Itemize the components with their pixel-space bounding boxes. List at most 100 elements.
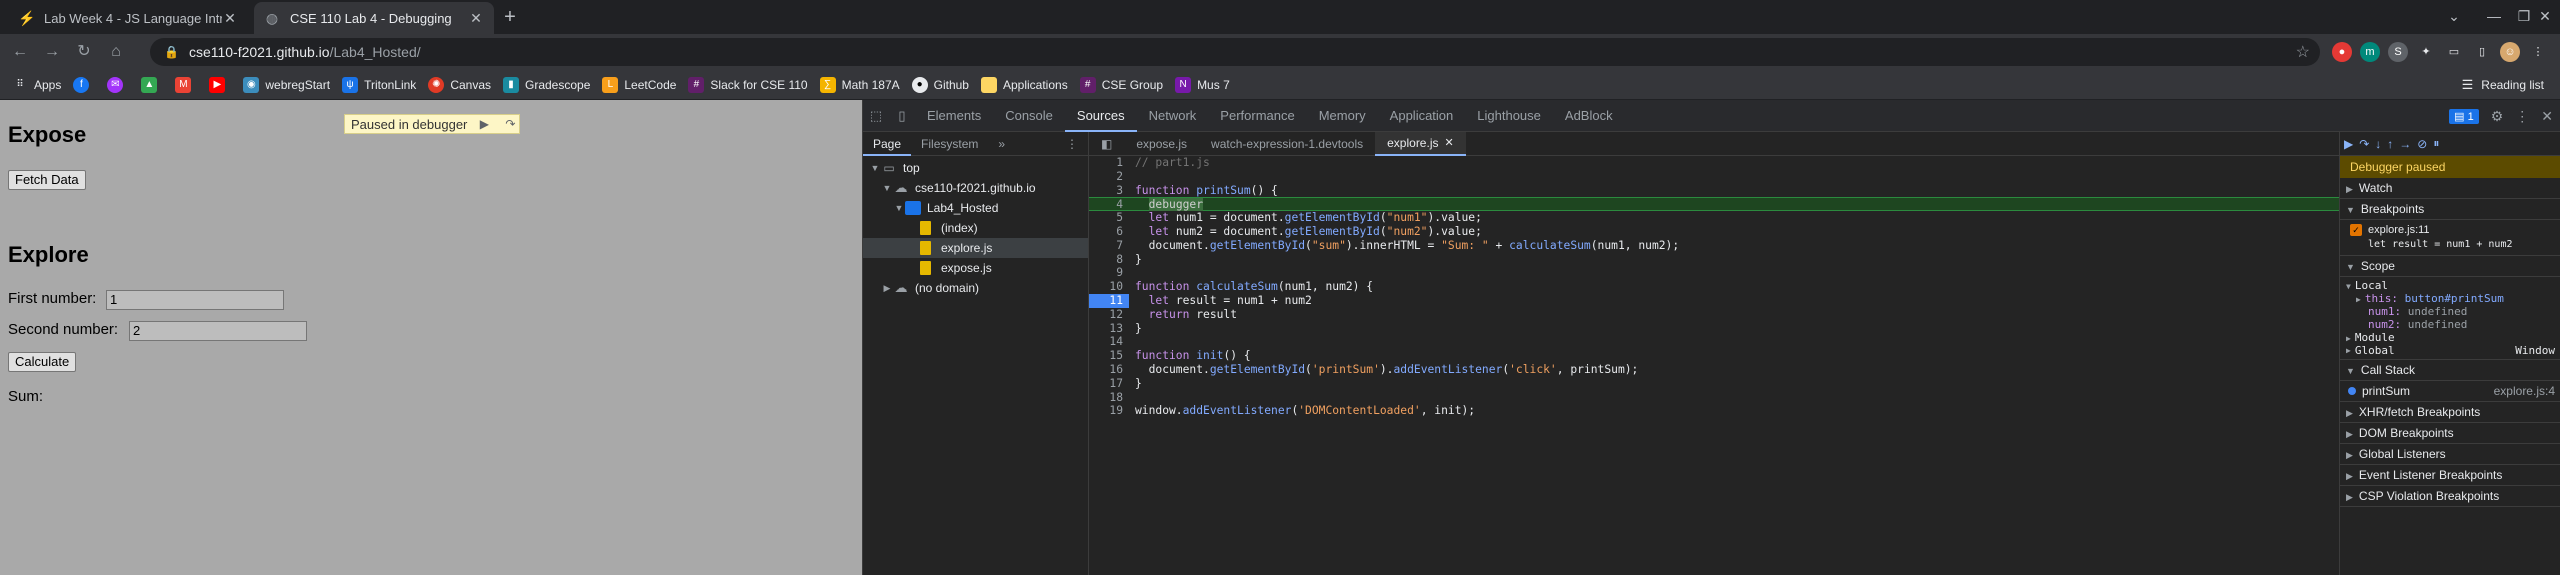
line-number[interactable]: 17 — [1089, 377, 1129, 391]
step-into-icon[interactable]: ↓ — [2375, 137, 2381, 151]
second-number-input[interactable]: 2 — [129, 321, 307, 341]
checkbox-checked-icon[interactable]: ✓ — [2350, 224, 2362, 236]
event-listener-breakpoints-section[interactable]: ▶ Event Listener Breakpoints — [2340, 465, 2560, 486]
tab-sources[interactable]: Sources — [1064, 100, 1137, 132]
back-icon[interactable]: ← — [8, 40, 32, 64]
line-number[interactable]: 18 — [1089, 391, 1129, 405]
line-number[interactable]: 2 — [1089, 170, 1129, 184]
line-number[interactable]: 8 — [1089, 253, 1129, 267]
bookmark-drive[interactable]: ▲ — [141, 76, 163, 93]
tree-item-expose[interactable]: expose.js — [917, 258, 992, 278]
tab-network[interactable]: Network — [1137, 100, 1209, 132]
editor-tab-explore[interactable]: explore.js ✕ — [1375, 131, 1466, 156]
step-over-icon[interactable]: ↷ — [501, 115, 519, 133]
tree-item-domain[interactable]: ▼ ☁ cse110-f2021.github.io — [881, 178, 1036, 198]
extension-icon[interactable]: S — [2388, 42, 2408, 62]
more-icon[interactable]: ⋮ — [1056, 132, 1088, 156]
close-icon[interactable]: ✕ — [1444, 131, 1453, 155]
csp-breakpoints-section[interactable]: ▶ CSP Violation Breakpoints — [2340, 486, 2560, 507]
sidebar-icon[interactable]: ▯ — [2472, 42, 2492, 62]
resume-icon[interactable]: ▶︎ — [2344, 137, 2353, 151]
bookmark-tritonlink[interactable]: ψ TritonLink — [342, 76, 416, 93]
tab-console[interactable]: Console — [993, 100, 1065, 132]
chevron-down-icon[interactable]: ⌄ — [2434, 4, 2474, 28]
breakpoint-row[interactable]: ✓ explore.js:11 — [2350, 224, 2560, 238]
more-icon[interactable]: ⋮ — [2515, 108, 2529, 125]
bookmark-canvas[interactable]: ✺ Canvas — [428, 76, 491, 93]
line-number[interactable]: 7 — [1089, 239, 1129, 253]
bookmark-cse-group[interactable]: # CSE Group — [1079, 76, 1163, 93]
bookmark-slack[interactable]: # Slack for CSE 110 — [688, 76, 808, 93]
gear-icon[interactable]: ⚙ — [2491, 108, 2504, 125]
xhr-breakpoints-section[interactable]: ▶ XHR/fetch Breakpoints — [2340, 402, 2560, 423]
tab-application[interactable]: Application — [1378, 100, 1466, 132]
close-window-icon[interactable]: ✕ — [2530, 4, 2560, 28]
puzzle-icon[interactable]: ✦ — [2416, 42, 2436, 62]
tree-item-no-domain[interactable]: ▶ ☁ (no domain) — [881, 278, 980, 298]
chevron-double-right-icon[interactable]: » — [988, 132, 1015, 156]
star-icon[interactable]: ☆ — [2296, 42, 2310, 62]
bookmark-applications[interactable]: Applications — [980, 76, 1068, 93]
bookmark-webregstart[interactable]: ◉ webregStart — [243, 76, 330, 93]
inspect-icon[interactable]: ⬚ — [863, 103, 889, 129]
scope-global[interactable]: ▶ Global Window — [2346, 344, 2560, 357]
device-toggle-icon[interactable]: ▯ — [889, 103, 915, 129]
tab-lighthouse[interactable]: Lighthouse — [1465, 100, 1553, 132]
line-number[interactable]: 6 — [1089, 225, 1129, 239]
new-tab-button[interactable]: + — [498, 6, 522, 30]
bookmark-github[interactable]: ● Github — [911, 76, 969, 93]
tab-debugging[interactable]: ◍ CSE 110 Lab 4 - Debugging ✕ — [254, 2, 494, 34]
bookmark-youtube[interactable]: ▶ — [209, 76, 231, 93]
editor-tab-expose[interactable]: expose.js — [1124, 132, 1199, 156]
tab-elements[interactable]: Elements — [915, 100, 993, 132]
line-number[interactable]: 19 — [1089, 404, 1129, 418]
scope-local[interactable]: ▼ Local — [2346, 279, 2560, 292]
tab-performance[interactable]: Performance — [1208, 100, 1306, 132]
tab-memory[interactable]: Memory — [1307, 100, 1378, 132]
extension-icon[interactable]: ● — [2332, 42, 2352, 62]
dom-breakpoints-section[interactable]: ▶ DOM Breakpoints — [2340, 423, 2560, 444]
extension-icon[interactable]: m — [2360, 42, 2380, 62]
line-number[interactable]: 12 — [1089, 308, 1129, 322]
close-icon[interactable]: ✕ — [2541, 108, 2553, 125]
scope-section[interactable]: ▼ Scope — [2340, 256, 2560, 277]
calculate-button[interactable]: Calculate — [8, 352, 77, 372]
step-icon[interactable]: → — [2399, 137, 2411, 151]
bookmark-facebook[interactable]: f — [73, 76, 95, 93]
avatar[interactable]: ☺ — [2500, 42, 2520, 62]
pause-on-exceptions-icon[interactable]: ⏸ — [2433, 136, 2439, 151]
breakpoints-section[interactable]: ▼ Breakpoints — [2340, 199, 2560, 220]
line-number[interactable]: 10 — [1089, 280, 1129, 294]
scope-this[interactable]: ▶ this: button#printSum — [2346, 292, 2560, 305]
line-number[interactable]: 3 — [1089, 184, 1129, 198]
bookmark-leetcode[interactable]: L LeetCode — [602, 76, 676, 93]
bookmark-messenger[interactable]: ✉ — [107, 76, 129, 93]
tree-item-index[interactable]: (index) — [917, 218, 978, 238]
watch-section[interactable]: ▶ Watch — [2340, 178, 2560, 199]
bookmark-mus7[interactable]: N Mus 7 — [1175, 76, 1230, 93]
bookmark-apps[interactable]: ⠿ Apps — [12, 77, 61, 93]
tab-page[interactable]: Page — [863, 132, 912, 156]
global-listeners-section[interactable]: ▶ Global Listeners — [2340, 444, 2560, 465]
line-number[interactable]: 16 — [1089, 363, 1129, 377]
close-icon[interactable]: ✕ — [468, 10, 484, 26]
bookmark-math[interactable]: ∑ Math 187A — [819, 76, 900, 93]
line-number[interactable]: 9 — [1089, 266, 1129, 280]
line-number[interactable]: 4 — [1089, 198, 1129, 212]
call-stack-section[interactable]: ▼ Call Stack — [2340, 360, 2560, 381]
bookmark-gmail[interactable]: M — [175, 76, 197, 93]
sidebar-toggle-icon[interactable]: ◧ — [1089, 132, 1124, 156]
more-icon[interactable]: ⋮ — [2528, 42, 2548, 62]
step-out-icon[interactable]: ↑ — [2387, 137, 2393, 151]
line-number[interactable]: 13 — [1089, 322, 1129, 336]
resume-icon[interactable]: ▶ — [475, 115, 493, 133]
breakpoint-marker[interactable]: 11 — [1089, 293, 1129, 308]
step-over-icon[interactable]: ↷ — [2359, 137, 2369, 151]
reload-icon[interactable]: ↻ — [72, 40, 96, 64]
tree-item-explore[interactable]: explore.js — [863, 238, 1088, 258]
editor-tab-watch[interactable]: watch-expression-1.devtools — [1199, 132, 1375, 156]
first-number-input[interactable]: 1 — [106, 290, 284, 310]
tree-item-top[interactable]: ▼ ▭ top — [869, 158, 920, 178]
line-number[interactable]: 1 — [1089, 156, 1129, 170]
address-bar[interactable]: 🔒 cse110-f2021.github.io /Lab4_Hosted/ ☆ — [150, 38, 2320, 66]
